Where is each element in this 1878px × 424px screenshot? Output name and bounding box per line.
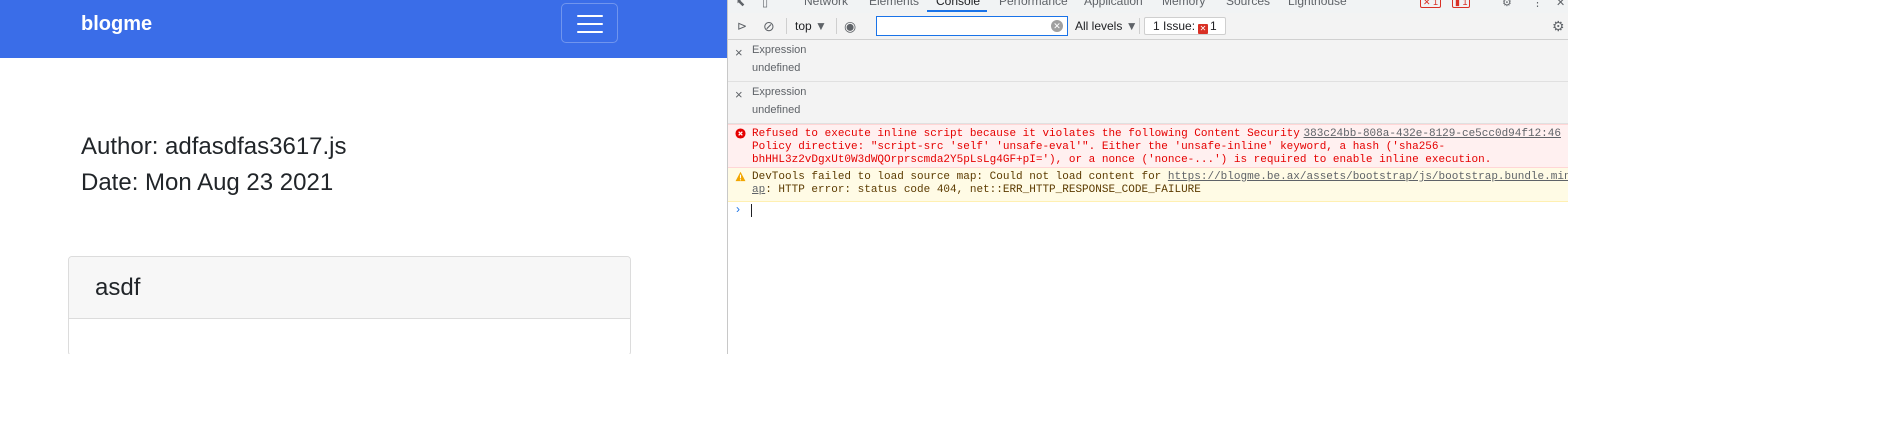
active-tab-indicator <box>927 10 987 12</box>
issues-button[interactable]: 1 Issue: ✕ 1 <box>1144 17 1226 35</box>
card-header <box>69 257 630 319</box>
log-levels-label: All levels <box>1075 19 1123 33</box>
error-icon <box>735 128 746 139</box>
console-prompt[interactable]: › <box>728 202 1568 222</box>
warning-text-line: ap: HTTP error: status code 404, net::ER… <box>752 184 1201 197</box>
expression-value: undefined <box>752 104 801 116</box>
issue-flag-icon: ✕ <box>1198 24 1209 34</box>
toolbar-divider <box>836 18 837 34</box>
tab-console[interactable]: Console <box>936 0 980 8</box>
console-filter-input[interactable] <box>876 16 1068 36</box>
log-levels-dropdown[interactable]: All levels ▼ <box>1075 13 1138 39</box>
warning-icon <box>735 171 746 182</box>
expression-label[interactable]: Expression <box>752 44 806 56</box>
tab-lighthouse[interactable]: Lighthouse <box>1288 0 1347 8</box>
issue-count-badge[interactable]: ▮ 1 <box>1452 0 1471 8</box>
web-page: blogme Author: adfasdfas3617.js Date: Mo… <box>0 0 727 354</box>
tab-memory[interactable]: Memory <box>1162 0 1205 8</box>
tab-sources[interactable]: Sources <box>1226 0 1270 8</box>
error-text-line: Policy directive: "script-src 'self' 'un… <box>752 141 1446 153</box>
brand-link[interactable]: blogme <box>81 10 152 38</box>
tab-elements[interactable]: Elements <box>869 0 919 8</box>
prompt-chevron-icon: › <box>736 202 740 216</box>
sourcemap-url-link[interactable]: ap <box>752 184 765 196</box>
error-text-line: Refused to execute inline script because… <box>752 128 1300 140</box>
console-error-message: Refused to execute inline script because… <box>728 124 1568 168</box>
live-expression: × Expression undefined <box>728 40 1568 82</box>
warning-text: DevTools failed to load source map: Coul… <box>752 171 1168 183</box>
card-title: asdf <box>95 274 141 301</box>
context-selector[interactable]: top ▼ <box>795 13 827 39</box>
console-toolbar: ⊳ ⊘ top ▼ ◉ ✕ All levels ▼ 1 Issue: ✕ 1 ⚙ <box>728 13 1568 40</box>
remove-expression-icon[interactable]: × <box>735 87 743 102</box>
navbar-toggle-button[interactable] <box>561 3 618 43</box>
hamburger-icon <box>577 15 603 17</box>
console-settings-icon[interactable]: ⚙ <box>1552 13 1565 39</box>
close-devtools-icon[interactable]: ✕ <box>1556 0 1565 9</box>
navbar: blogme <box>0 0 727 58</box>
warning-text: : HTTP error: status code 404, net::ERR_… <box>765 184 1201 196</box>
clear-console-icon[interactable]: ⊘ <box>763 13 775 39</box>
devtools-panel: ⬉ ▯ Network Elements Console Performance… <box>727 0 1568 354</box>
expression-label[interactable]: Expression <box>752 86 806 98</box>
devtools-tab-bar: ⬉ ▯ Network Elements Console Performance… <box>728 0 1568 14</box>
post-card: asdf <box>68 256 631 354</box>
sourcemap-url-link[interactable]: https://blogme.be.ax/assets/bootstrap/js… <box>1168 171 1568 183</box>
screen: blogme Author: adfasdfas3617.js Date: Mo… <box>0 0 1568 354</box>
hamburger-icon <box>577 31 603 33</box>
post-author: Author: adfasdfas3617.js <box>81 133 347 160</box>
inspect-element-icon[interactable]: ⬉ <box>736 0 745 9</box>
context-selector-label: top <box>795 19 812 33</box>
tab-application[interactable]: Application <box>1084 0 1143 8</box>
issues-label: 1 Issue: <box>1153 19 1196 33</box>
issues-count: 1 <box>1210 19 1217 33</box>
text-cursor <box>751 204 752 217</box>
warning-text-line: DevTools failed to load source map: Coul… <box>752 171 1568 184</box>
error-source-link[interactable]: 383c24bb-808a-432e-8129-ce5cc0d94f12:46 <box>1304 128 1561 141</box>
live-expression-eye-icon[interactable]: ◉ <box>844 13 856 39</box>
dropdown-arrow-icon: ▼ <box>1125 19 1138 33</box>
tab-network[interactable]: Network <box>804 0 848 8</box>
tab-performance[interactable]: Performance <box>999 0 1068 8</box>
remove-expression-icon[interactable]: × <box>735 45 743 60</box>
device-toolbar-icon[interactable]: ▯ <box>762 0 768 9</box>
expression-value: undefined <box>752 62 801 74</box>
live-expression: × Expression undefined <box>728 82 1568 124</box>
clear-filter-icon[interactable]: ✕ <box>1051 20 1063 32</box>
toolbar-divider <box>786 18 787 34</box>
console-warning-message: DevTools failed to load source map: Coul… <box>728 168 1568 202</box>
console-output: × Expression undefined × Expression unde… <box>728 40 1568 354</box>
dropdown-arrow-icon: ▼ <box>815 19 827 33</box>
settings-icon[interactable]: ⚙ <box>1502 0 1512 9</box>
more-options-icon[interactable]: ⋮ <box>1532 0 1543 9</box>
post-date: Date: Mon Aug 23 2021 <box>81 169 334 196</box>
sidebar-toggle-icon[interactable]: ⊳ <box>737 13 747 39</box>
toolbar-divider <box>1139 18 1140 34</box>
error-text-line: bhHHL3z2vDgxUt0W3dWQOrprscmda2Y5pLsLg4GF… <box>752 154 1492 166</box>
hamburger-icon <box>577 23 603 25</box>
error-count-badge[interactable]: ✕ 1 <box>1420 0 1442 8</box>
